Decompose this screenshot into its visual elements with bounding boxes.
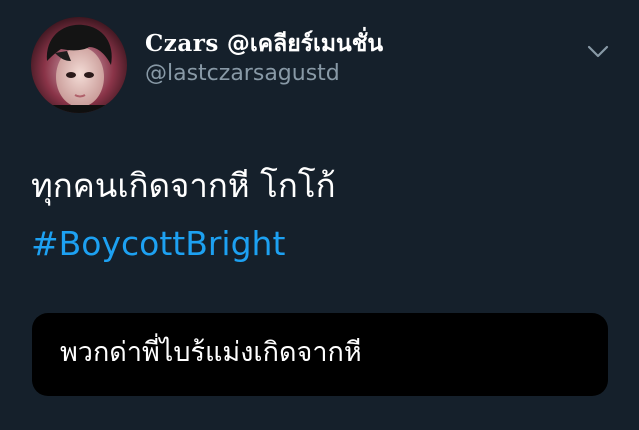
avatar[interactable] xyxy=(31,17,127,113)
quoted-tweet[interactable]: พวกด่าพี่ไบร้แม่งเกิดจากหี xyxy=(32,313,608,396)
avatar-image xyxy=(31,17,127,113)
display-name-rest: @เคลียร์เมนชั่น xyxy=(226,31,384,57)
chevron-down-icon[interactable] xyxy=(585,38,611,64)
display-name[interactable]: Czars @เคลียร์เมนชั่น xyxy=(145,30,383,58)
hashtag-link[interactable]: #BoycottBright xyxy=(31,224,285,264)
quoted-tweet-text: พวกด่าพี่ไบร้แม่งเกิดจากหี xyxy=(60,337,362,368)
user-handle[interactable]: @lastczarsagustd xyxy=(145,60,383,88)
tweet-card: Czars @เคลียร์เมนชั่น @lastczarsagustd ท… xyxy=(0,0,639,430)
tweet-text: ทุกคนเกิดจากหี โกโก้ xyxy=(31,166,336,205)
user-info: Czars @เคลียร์เมนชั่น @lastczarsagustd xyxy=(145,30,383,88)
display-name-gothic: Czars xyxy=(145,30,219,57)
